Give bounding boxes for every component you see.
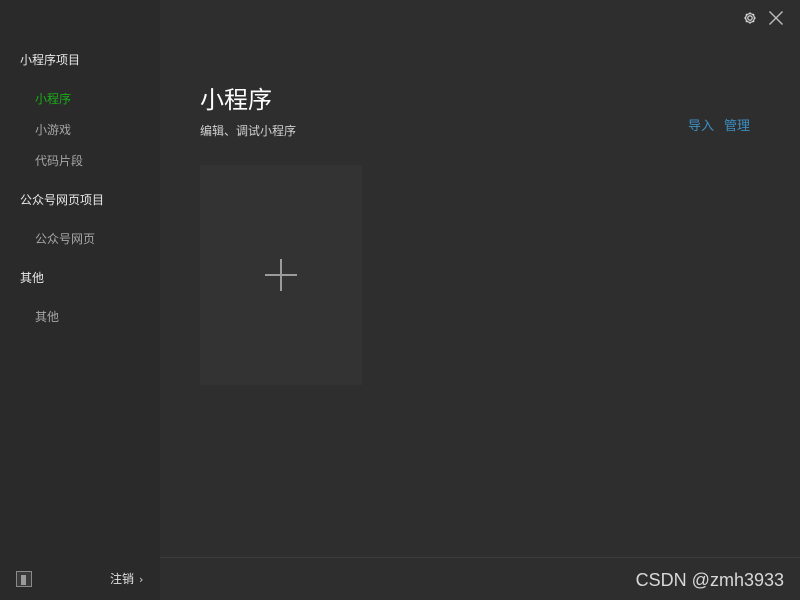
logout-label: 注销: [110, 572, 135, 586]
header-actions: 导入 管理: [678, 115, 750, 134]
manage-link[interactable]: 管理: [724, 119, 750, 134]
sidebar-item-miniprogram[interactable]: 小程序: [35, 90, 71, 107]
sidebar-item-official-account-web[interactable]: 公众号网页: [35, 230, 95, 247]
bottom-divider: [160, 557, 800, 558]
gear-icon[interactable]: [742, 10, 758, 26]
user-avatar-icon[interactable]: [16, 571, 32, 587]
import-link[interactable]: 导入: [688, 119, 714, 134]
logout-button[interactable]: 注销 ›: [110, 570, 143, 587]
chevron-right-icon: ›: [139, 573, 144, 586]
watermark-text: CSDN @zmh3933: [635, 570, 784, 590]
new-project-button[interactable]: [200, 165, 362, 385]
sidebar-item-minigame[interactable]: 小游戏: [35, 121, 71, 138]
sidebar-group-title-official-account: 公众号网页项目: [20, 193, 105, 207]
sidebar-footer: 注销 ›: [0, 558, 160, 600]
sidebar-item-other[interactable]: 其他: [35, 308, 59, 325]
sidebar-group-title-other: 其他: [20, 271, 45, 285]
close-icon[interactable]: [768, 10, 784, 26]
page-title: 小程序: [200, 86, 272, 114]
page-subtitle: 编辑、调试小程序: [200, 124, 297, 138]
app-window: 小程序项目 小程序 小游戏 代码片段 公众号网页项目 公众号网页 其他 其他 注…: [0, 0, 800, 600]
sidebar-item-code-snippet[interactable]: 代码片段: [35, 152, 83, 169]
sidebar: 小程序项目 小程序 小游戏 代码片段 公众号网页项目 公众号网页 其他 其他 注…: [0, 0, 160, 600]
sidebar-group-title-miniprogram: 小程序项目: [20, 53, 81, 67]
main-panel: 小程序 编辑、调试小程序 导入 管理: [160, 0, 800, 600]
